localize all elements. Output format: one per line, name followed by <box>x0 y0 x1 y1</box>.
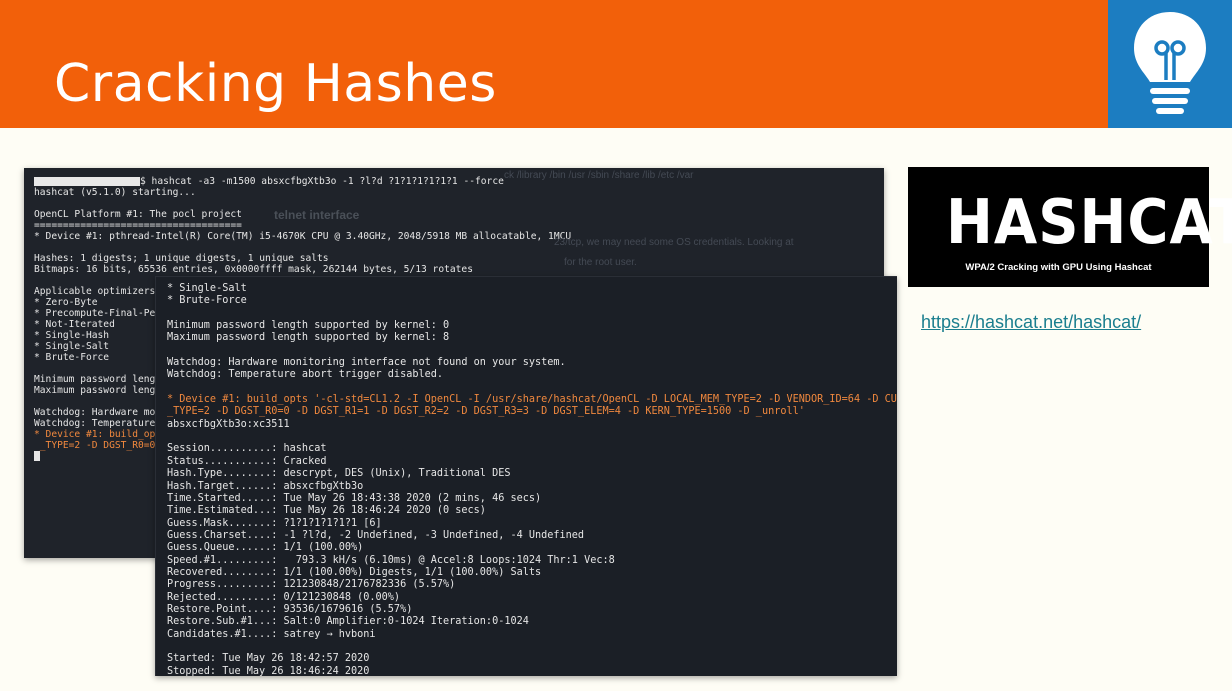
hashcat-wordmark: HASHCAT <box>946 186 1232 259</box>
terminal-line: Stopped: Tue May 26 18:46:24 2020 <box>167 665 370 676</box>
terminal-line: Hash.Target......: absxcfbgXtb3o <box>167 480 364 492</box>
terminal-line: Guess.Mask.......: ?1?1?1?1?1?1 [6] <box>167 517 382 529</box>
terminal-line: Recovered........: 1/1 (100.00%) Digests… <box>167 566 542 578</box>
terminal-line: ==================================== <box>34 220 242 231</box>
slide-title: Cracking Hashes <box>54 54 497 114</box>
ghost-text: 23/tcp, we may need some OS credentials.… <box>554 237 794 248</box>
terminal2-status: absxcfbgXtb3o:xc3511 Session..........: … <box>167 419 886 676</box>
terminal-line: Status...........: Cracked <box>167 455 327 467</box>
hashcat-link[interactable]: https://hashcat.net/hashcat/ <box>921 312 1141 333</box>
terminal-line: Rejected.........: 0/121230848 (0.00%) <box>167 591 401 603</box>
terminal-line: * Device #1: build_opts '-cl-std=CL1.2 -… <box>167 394 897 406</box>
lightbulb-icon <box>1134 12 1206 114</box>
ghost-heading: telnet interface <box>274 208 360 222</box>
terminal-line: OpenCL Platform #1: The pocl project <box>34 209 242 220</box>
terminal-window-2: * Single-Salt * Brute-Force Minimum passw… <box>155 276 897 676</box>
hashcat-subtitle: WPA/2 Cracking with GPU Using Hashcat <box>965 262 1152 273</box>
terminal-line: Watchdog: Hardware monitoring interface … <box>167 357 566 369</box>
terminal-line: _TYPE=2 -D DGST_R0=0 -D DGST_R1=1 -D DGS… <box>167 406 805 418</box>
terminal-line: Progress.........: 121230848/2176782336 … <box>167 579 456 591</box>
terminal-line: Guess.Charset....: -1 ?l?d, -2 Undefined… <box>167 529 585 541</box>
terminal-line: * Single-Salt <box>167 283 247 294</box>
terminal-line: Restore.Point....: 93536/1679616 (5.57%) <box>167 603 413 615</box>
terminal-line: Time.Started.....: Tue May 26 18:43:38 2… <box>167 492 542 504</box>
terminal-line: absxcfbgXtb3o:xc3511 <box>167 418 290 430</box>
hashcat-logo: HASHCAT WPA/2 Cracking with GPU Using Ha… <box>908 167 1232 287</box>
command-text: $ hashcat -a3 -m1500 absxcfbgXtb3o -1 ?l… <box>140 176 504 187</box>
terminal-line: Watchdog: Temperature abort trigger disa… <box>167 369 444 381</box>
terminal-line: Maximum password length supported by ker… <box>167 332 450 344</box>
terminal-line: Candidates.#1....: satrey → hvboni <box>167 628 376 640</box>
ghost-text: ck /library /bin /usr /sbin /share /lib … <box>504 170 694 181</box>
ghost-text: for the root user. <box>564 257 637 268</box>
terminal-line: Guess.Queue......: 1/1 (100.00%) <box>167 542 364 554</box>
cursor-icon <box>34 451 40 461</box>
terminal-line: Hash.Type........: descrypt, DES (Unix),… <box>167 468 511 480</box>
redacted-hostname <box>34 176 140 186</box>
terminal-line: Time.Estimated...: Tue May 26 18:46:24 2… <box>167 505 486 517</box>
terminal-line: Minimum password length supported by ker… <box>167 320 450 332</box>
terminal-line: * Brute-Force <box>167 295 247 307</box>
command-line: $ hashcat -a3 -m1500 absxcfbgXtb3o -1 ?l… <box>34 176 874 187</box>
terminal-line: Hashes: 1 digests; 1 unique digests, 1 u… <box>34 253 329 264</box>
terminal-line: Restore.Sub.#1...: Salt:0 Amplifier:0-10… <box>167 616 529 628</box>
terminal-line: Started: Tue May 26 18:42:57 2020 <box>167 653 370 665</box>
lightbulb-logo <box>1108 0 1232 128</box>
terminal-line: Speed.#1.........: 793.3 kH/s (6.10ms) @… <box>167 554 615 566</box>
terminal-line: Session..........: hashcat <box>167 443 327 455</box>
terminal2-build-opts: * Device #1: build_opts '-cl-std=CL1.2 -… <box>167 394 897 419</box>
terminal2-output-top: * Single-Salt * Brute-Force Minimum passw… <box>167 283 886 394</box>
terminal-line: Bitmaps: 16 bits, 65536 entries, 0x0000f… <box>34 264 473 275</box>
terminal-line: hashcat (v5.1.0) starting... <box>34 187 196 198</box>
